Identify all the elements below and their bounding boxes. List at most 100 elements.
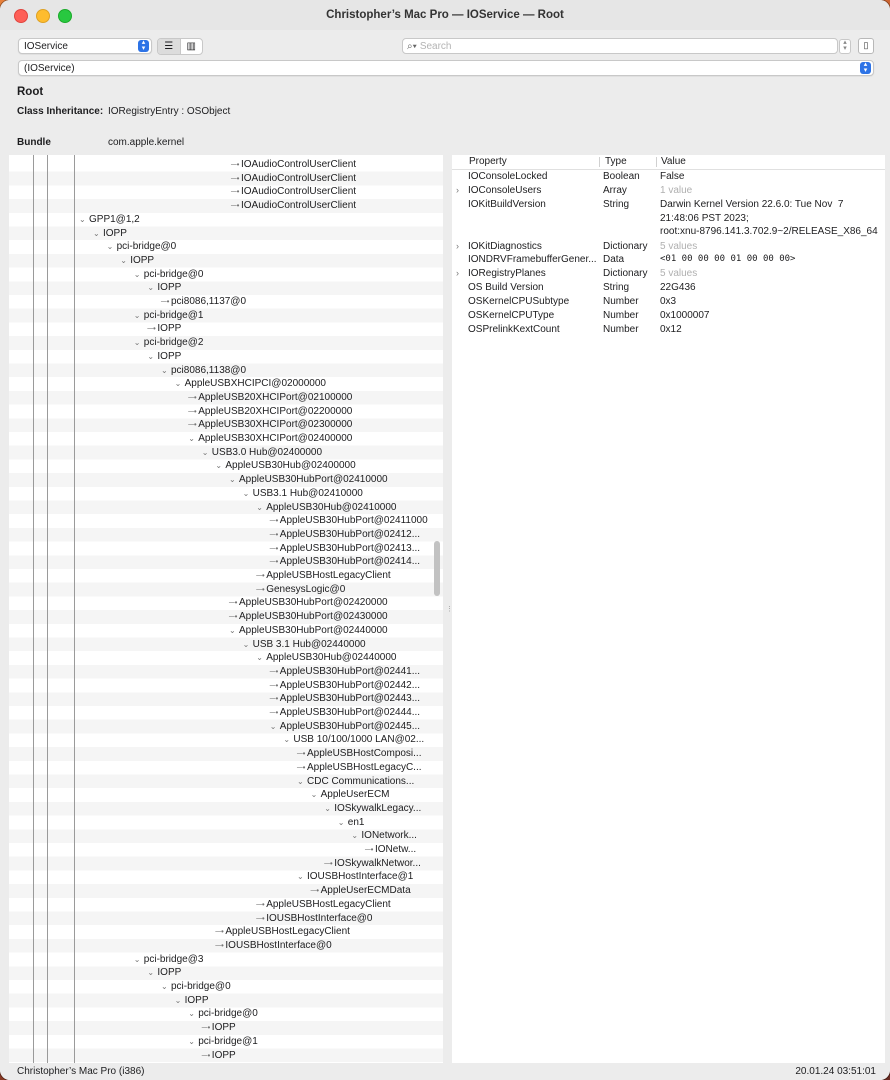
disclosure-chevron-icon[interactable]: ⌄ xyxy=(147,966,157,979)
tree-node[interactable]: ─• AppleUSB30HubPort@02430000 xyxy=(229,610,388,623)
disclosure-chevron-icon[interactable]: ⌄ xyxy=(147,281,157,294)
tree-node[interactable]: ⌄ IOPP xyxy=(147,350,181,363)
tree-node[interactable]: ⌄ IOUSBHostInterface@1 xyxy=(297,870,413,883)
tree-node[interactable]: ─• AppleUSB30HubPort@02420000 xyxy=(229,596,388,609)
list-view-icon[interactable]: ☰ xyxy=(158,39,181,54)
property-row[interactable]: › IOConsoleUsers Array 1 value xyxy=(452,184,885,198)
disclosure-chevron-icon[interactable]: ⌄ xyxy=(243,487,253,500)
tree-node[interactable]: ⌄ pci-bridge@0 xyxy=(107,240,177,253)
column-separator[interactable] xyxy=(656,157,657,167)
tree-node[interactable]: ⌄ IOSkywalkLegacy... xyxy=(324,802,421,815)
tree-node[interactable]: ⌄ AppleUSB30Hub@02410000 xyxy=(256,501,396,514)
tree-node[interactable]: ⌄ AppleUSB30Hub@02440000 xyxy=(256,651,396,664)
tree-node[interactable]: ⌄ IOPP xyxy=(175,994,209,1007)
tree-node[interactable]: ⌄ AppleUSB30HubPort@02445... xyxy=(270,720,420,733)
tree-node[interactable]: ─• IOAudioControlUserClient xyxy=(231,185,356,198)
disclosure-chevron-icon[interactable]: ⌄ xyxy=(188,432,198,445)
disclosure-chevron-icon[interactable]: ⌄ xyxy=(311,788,321,801)
tree-node[interactable]: ⌄ pci-bridge@0 xyxy=(188,1007,258,1020)
disclosure-chevron-icon[interactable]: ⌄ xyxy=(147,350,157,363)
tree-node[interactable]: ─• IOPP xyxy=(202,1021,236,1034)
tree-node[interactable]: ─• IOUSBHostInterface@0 xyxy=(256,912,372,925)
tree-node[interactable]: ⌄ CDC Communications... xyxy=(297,775,414,788)
disclosure-chevron-icon[interactable]: ⌄ xyxy=(161,980,171,993)
disclosure-chevron-icon[interactable]: ⌄ xyxy=(107,240,117,253)
tree-node[interactable]: ⌄ USB 3.1 Hub@02440000 xyxy=(243,638,366,651)
property-row[interactable]: IONDRVFramebufferGener... Data <01 00 00 0… xyxy=(452,253,885,267)
disclosure-chevron-icon[interactable]: ⌄ xyxy=(161,364,171,377)
property-row[interactable]: OSPrelinkKextCount Number 0x12 xyxy=(452,323,885,337)
disclosure-chevron-icon[interactable]: ⌄ xyxy=(351,829,361,842)
tree-node[interactable]: ─• AppleUSB20XHCIPort@02200000 xyxy=(188,405,352,418)
tree-node[interactable]: ⌄ pci-bridge@1 xyxy=(134,309,204,322)
disclosure-chevron-icon[interactable]: ⌄ xyxy=(324,802,334,815)
tree-node[interactable]: ─• AppleUSB30HubPort@02444... xyxy=(270,706,420,719)
property-row[interactable]: OSKernelCPUType Number 0x1000007 xyxy=(452,309,885,323)
title-bar[interactable]: Christopher’s Mac Pro — IOService — Root xyxy=(0,0,890,30)
tree-node[interactable]: ─• AppleUSB30HubPort@02442... xyxy=(270,679,420,692)
disclosure-triangle-icon[interactable]: › xyxy=(456,240,459,254)
disclosure-chevron-icon[interactable]: ⌄ xyxy=(338,816,348,829)
plane-select[interactable]: IOService ▴ ▾ xyxy=(18,38,152,54)
disclosure-chevron-icon[interactable]: ⌄ xyxy=(283,733,293,746)
tree-node[interactable]: ⌄ AppleUSB30HubPort@02440000 xyxy=(229,624,388,637)
column-header-value[interactable]: Value xyxy=(661,155,686,169)
tree-node[interactable]: ⌄ USB3.0 Hub@02400000 xyxy=(202,446,322,459)
tree-node[interactable]: ⌄ IONetwork... xyxy=(351,829,417,842)
disclosure-chevron-icon[interactable]: ⌄ xyxy=(188,1035,198,1048)
tree-node[interactable]: ─• AppleUSBHostLegacyClient xyxy=(215,925,350,938)
property-row[interactable]: OS Build Version String 22G436 xyxy=(452,281,885,295)
disclosure-chevron-icon[interactable]: ⌄ xyxy=(175,994,185,1007)
tree-node[interactable]: ─• AppleUserECMData xyxy=(311,884,411,897)
disclosure-chevron-icon[interactable]: ⌄ xyxy=(229,624,239,637)
tree-node[interactable]: ─• IOAudioControlUserClient xyxy=(231,158,356,171)
tree-node[interactable]: ─• GenesysLogic@0 xyxy=(256,583,345,596)
disclosure-chevron-icon[interactable]: ⌄ xyxy=(134,953,144,966)
tree-node[interactable]: ⌄ pci-bridge@3 xyxy=(134,953,204,966)
tree-node[interactable]: ─• IOPP xyxy=(147,322,181,335)
property-row[interactable]: › IORegistryPlanes Dictionary 5 values xyxy=(452,267,885,281)
disclosure-chevron-icon[interactable]: ⌄ xyxy=(243,638,253,651)
tree-node[interactable]: ─• IOAudioControlUserClient xyxy=(231,172,356,185)
tree-node[interactable]: ⌄ IOPP xyxy=(147,281,181,294)
disclosure-triangle-icon[interactable]: › xyxy=(456,184,459,198)
tree-node[interactable]: ─• AppleUSBHostComposi... xyxy=(297,747,422,760)
tree-node[interactable]: ─• IOSkywalkNetwor... xyxy=(324,857,421,870)
disclosure-chevron-icon[interactable]: ⌄ xyxy=(93,227,103,240)
disclosure-chevron-icon[interactable]: ⌄ xyxy=(215,459,225,472)
tree-node[interactable]: ⌄ AppleUSB30XHCIPort@02400000 xyxy=(188,432,352,445)
property-row[interactable]: IOConsoleLocked Boolean False xyxy=(452,170,885,184)
search-options-stepper[interactable]: ▴ ▾ xyxy=(839,39,851,54)
tree-node[interactable]: ─• AppleUSB30HubPort@02441... xyxy=(270,665,420,678)
tree-node[interactable]: ⌄ AppleUSBXHCIPCI@02000000 xyxy=(175,377,326,390)
tree-node[interactable]: ⌄ AppleUserECM xyxy=(311,788,390,801)
tree-node[interactable]: ─• AppleUSBHostLegacyC... xyxy=(297,761,422,774)
column-header-type[interactable]: Type xyxy=(605,155,627,169)
property-row[interactable]: IOKitBuildVersion String Darwin Kernel Ver… xyxy=(452,198,885,240)
property-row[interactable]: › IOKitDiagnostics Dictionary 5 values xyxy=(452,240,885,254)
disclosure-chevron-icon[interactable]: ⌄ xyxy=(188,1007,198,1020)
disclosure-chevron-icon[interactable]: ⌄ xyxy=(134,309,144,322)
tree-node[interactable]: ⌄ IOPP xyxy=(147,966,181,979)
tree-node[interactable]: ─• AppleUSBHostLegacyClient xyxy=(256,569,391,582)
disclosure-chevron-icon[interactable]: ⌄ xyxy=(134,268,144,281)
disclosure-chevron-icon[interactable]: ⌄ xyxy=(175,377,185,390)
registry-tree[interactable]: ─• IOAudioControlUserClient ─• IOAudioContr… xyxy=(9,155,443,1063)
path-select[interactable]: (IOService) ▴ ▾ xyxy=(18,60,874,76)
tree-node[interactable]: ⌄ IOPP xyxy=(120,254,154,267)
disclosure-chevron-icon[interactable]: ⌄ xyxy=(256,651,266,664)
tree-node[interactable]: ─• AppleUSB30HubPort@02414... xyxy=(270,555,420,568)
inspector-toggle-icon[interactable]: ▯ xyxy=(858,38,874,54)
tree-node[interactable]: ─• IOUSBHostInterface@0 xyxy=(215,939,331,952)
disclosure-chevron-icon[interactable]: ⌄ xyxy=(256,501,266,514)
tree-node[interactable]: ─• pci8086,1137@0 xyxy=(161,295,246,308)
disclosure-triangle-icon[interactable]: › xyxy=(456,267,459,281)
disclosure-chevron-icon[interactable]: ⌄ xyxy=(297,775,307,788)
disclosure-chevron-icon[interactable]: ⌄ xyxy=(120,254,130,267)
tree-node[interactable]: ⌄ USB3.1 Hub@02410000 xyxy=(243,487,363,500)
column-view-icon[interactable]: ▥ xyxy=(181,39,203,54)
tree-node[interactable]: ⌄ AppleUSB30HubPort@02410000 xyxy=(229,473,388,486)
tree-scrollbar-thumb[interactable] xyxy=(434,541,440,596)
tree-node[interactable]: ─• IOPP xyxy=(202,1049,236,1062)
tree-node[interactable]: ⌄ pci-bridge@2 xyxy=(134,336,204,349)
